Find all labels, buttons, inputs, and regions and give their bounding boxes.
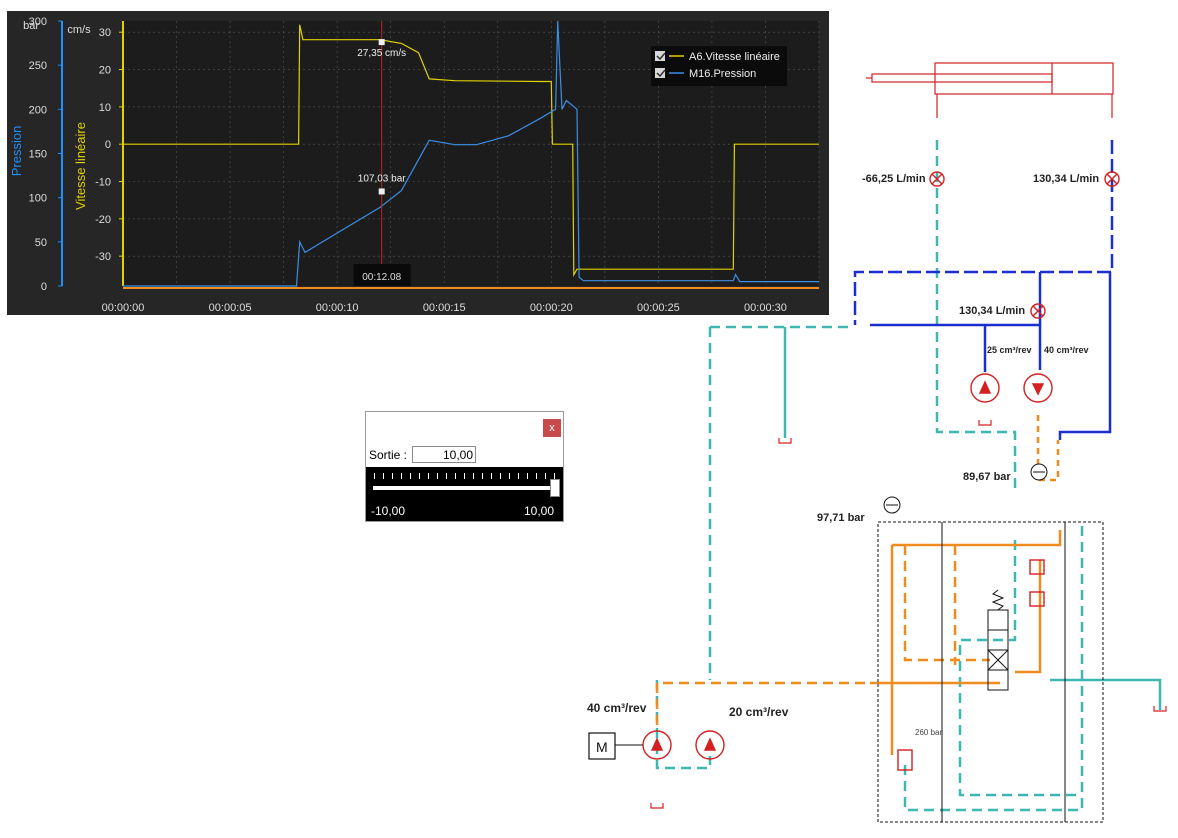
annotation-marker	[378, 188, 385, 195]
flow-label-right: 130,34 L/min	[1033, 173, 1099, 185]
pressure-label-b: 97,71 bar	[817, 512, 865, 524]
relief-label: 260 bar	[915, 728, 942, 737]
slider-thumb[interactable]	[550, 479, 560, 497]
blue-motor-lines	[853, 140, 1114, 440]
slider-max-label: 10,00	[523, 504, 554, 518]
pressure-tick-label: 0	[41, 281, 47, 293]
slider-tick	[500, 473, 501, 479]
pressure-tick-label: 50	[35, 237, 47, 249]
slider-tick	[383, 473, 384, 479]
pressure-tick-label: 250	[29, 60, 47, 72]
flow-label-left: -66,25 L/min	[862, 173, 926, 185]
velocity-tick-label: 30	[99, 27, 111, 39]
slider-tick	[491, 473, 492, 479]
pressure-label-a: 89,67 bar	[963, 471, 1011, 483]
hydraulic-cylinder[interactable]	[866, 62, 1114, 118]
pressure-tick-label: 100	[29, 193, 47, 205]
slider-tick	[392, 473, 393, 479]
output-label: Sortie :	[369, 448, 408, 462]
velocity-tick-label: -30	[95, 251, 111, 263]
pressure-unit-label: bar	[23, 20, 39, 32]
velocity-unit-label: cm/s	[67, 24, 91, 36]
slider-dialog[interactable]: x Sortie : -10,00 10,00	[365, 411, 564, 522]
slider-tick	[464, 473, 465, 479]
velocity-tick-label: 20	[99, 65, 111, 77]
slider-tick	[446, 473, 447, 479]
slider-tick	[527, 473, 528, 479]
velocity-tick-label: -10	[95, 176, 111, 188]
pressure-tick-label: 150	[29, 149, 47, 161]
orange-pressure-lines	[655, 415, 1062, 755]
slider-tick	[437, 473, 438, 479]
annotation-label: 107,03 bar	[358, 173, 406, 184]
pump2-displacement-label: 20 cm³/rev	[729, 705, 789, 719]
pump1-displacement-label: 40 cm³/rev	[587, 701, 647, 715]
slider-tick	[518, 473, 519, 479]
electric-motor[interactable]: M	[588, 732, 643, 760]
slider-tick	[482, 473, 483, 479]
pressure-tick-label: 200	[29, 104, 47, 116]
slider-tick	[410, 473, 411, 479]
slider-tick	[374, 473, 375, 479]
time-tick-label: 00:00:20	[530, 302, 573, 314]
legend-label: A6.Vitesse linéaire	[689, 51, 780, 63]
directional-valve[interactable]	[877, 521, 1104, 823]
flow-label-mid: 130,34 L/min	[959, 305, 1025, 317]
time-tick-label: 00:00:25	[637, 302, 680, 314]
slider-tick	[545, 473, 546, 479]
close-button[interactable]: x	[543, 419, 561, 437]
time-tick-label: 00:00:30	[744, 302, 787, 314]
motor-label: M	[596, 739, 608, 755]
displacement-label-a: 25 cm³/rev	[987, 345, 1032, 355]
slider-tick	[536, 473, 537, 479]
cursor-time-label: 00:12.08	[362, 272, 401, 283]
output-value-input[interactable]	[412, 446, 476, 463]
time-tick-label: 00:00:00	[102, 302, 145, 314]
annotation-label: 27,35 cm/s	[357, 48, 406, 59]
slider-tick	[473, 473, 474, 479]
velocity-axis-title: Vitesse linéaire	[73, 122, 88, 210]
slider-track[interactable]	[373, 486, 558, 490]
chart-panel[interactable]: 0 50 100 150 200 250 300 bar Pression -30 -20 -10 0 1…	[7, 11, 829, 315]
annotation-marker	[378, 39, 385, 46]
slider-tick	[428, 473, 429, 479]
slider-tick	[419, 473, 420, 479]
pressure-axis-title: Pression	[9, 126, 24, 177]
displacement-label-b: 40 cm³/rev	[1044, 345, 1089, 355]
slider-tick	[401, 473, 402, 479]
velocity-tick-label: -20	[95, 214, 111, 226]
velocity-tick-label: 0	[105, 139, 111, 151]
chart-svg[interactable]: 050100150200250300barPression-30-20-1001…	[7, 11, 829, 315]
slider-tick	[455, 473, 456, 479]
slider-min-label: -10,00	[371, 504, 406, 518]
slider-tick	[509, 473, 510, 479]
legend-label: M16.Pression	[689, 68, 756, 80]
time-tick-label: 00:00:05	[209, 302, 252, 314]
velocity-tick-label: 10	[99, 102, 111, 114]
time-tick-label: 00:00:15	[423, 302, 466, 314]
slider-area[interactable]: -10,00 10,00	[366, 467, 563, 521]
time-tick-label: 00:00:10	[316, 302, 359, 314]
